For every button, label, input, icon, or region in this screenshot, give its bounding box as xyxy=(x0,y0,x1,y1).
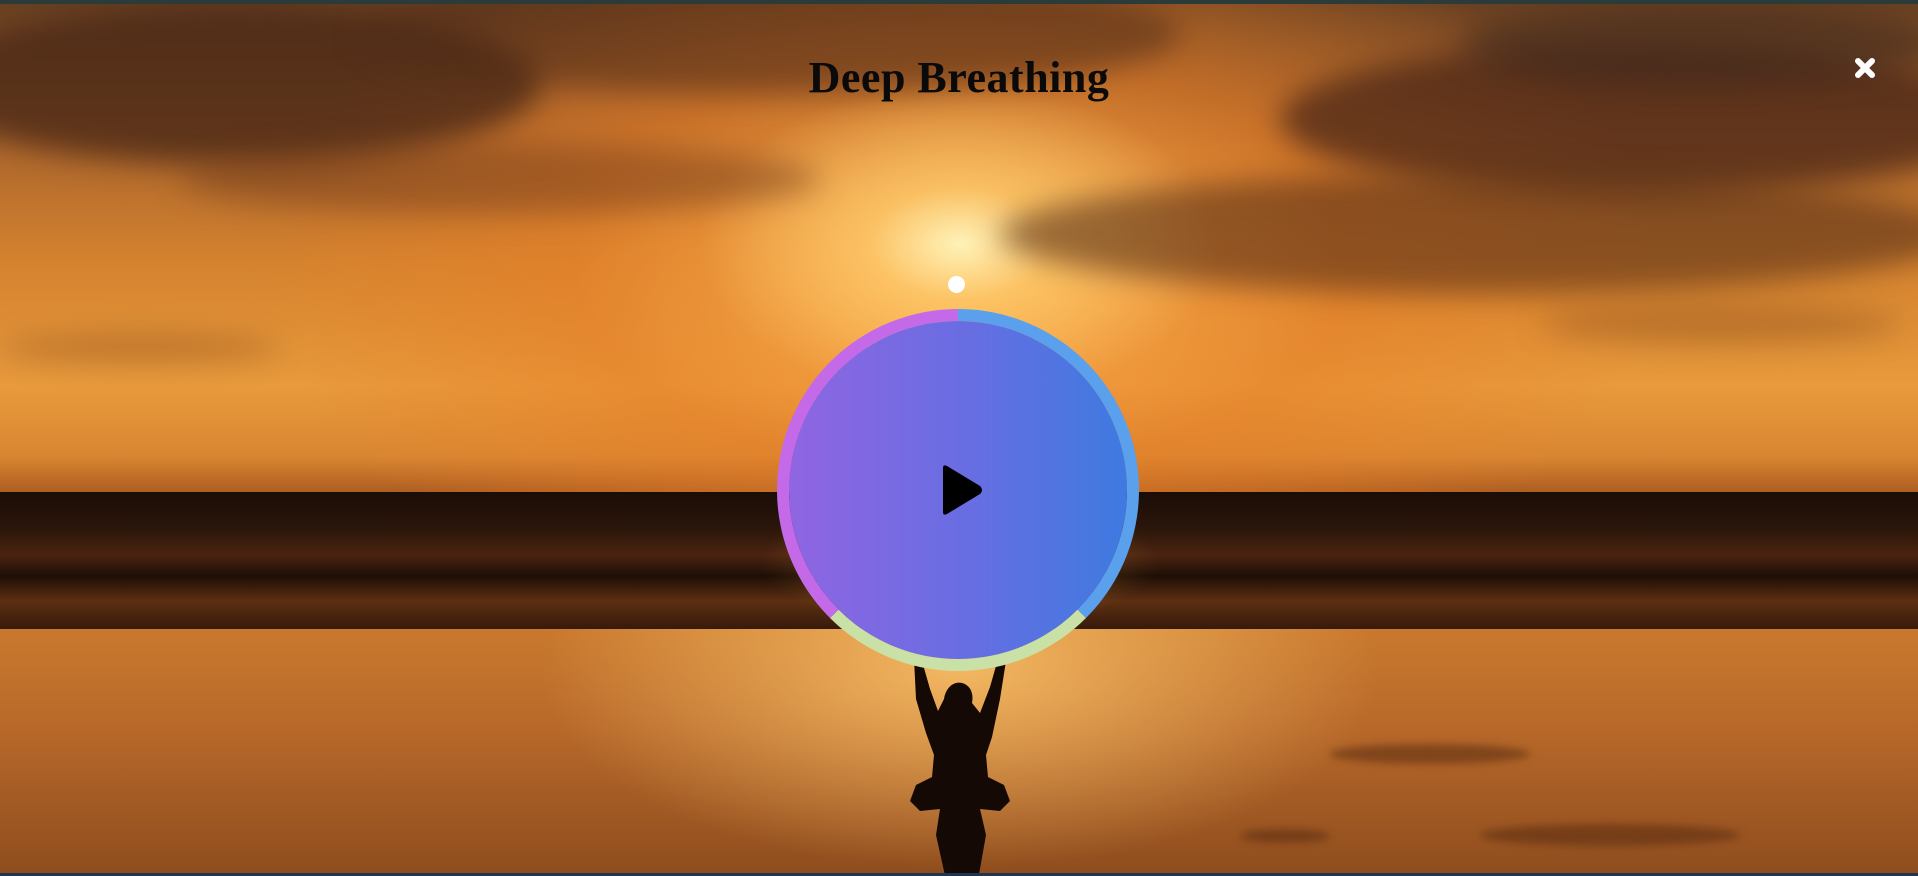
session-title: Deep Breathing xyxy=(808,53,1110,102)
play-icon xyxy=(943,465,982,515)
meditating-person-silhouette xyxy=(910,659,1010,873)
wet-sand-patch xyxy=(1240,829,1330,843)
cloud xyxy=(0,334,280,362)
cloud xyxy=(1000,174,1918,294)
play-button[interactable] xyxy=(789,321,1127,659)
meditation-screen: Deep Breathing xyxy=(0,0,1918,876)
close-button[interactable] xyxy=(1845,48,1885,88)
close-icon xyxy=(1855,58,1875,78)
wet-sand-patch xyxy=(1330,744,1530,764)
cloud xyxy=(180,144,820,214)
breath-progress-marker xyxy=(948,276,965,293)
cloud xyxy=(1540,304,1900,344)
breathing-circle xyxy=(777,309,1139,671)
wet-sand-patch xyxy=(1480,824,1740,846)
